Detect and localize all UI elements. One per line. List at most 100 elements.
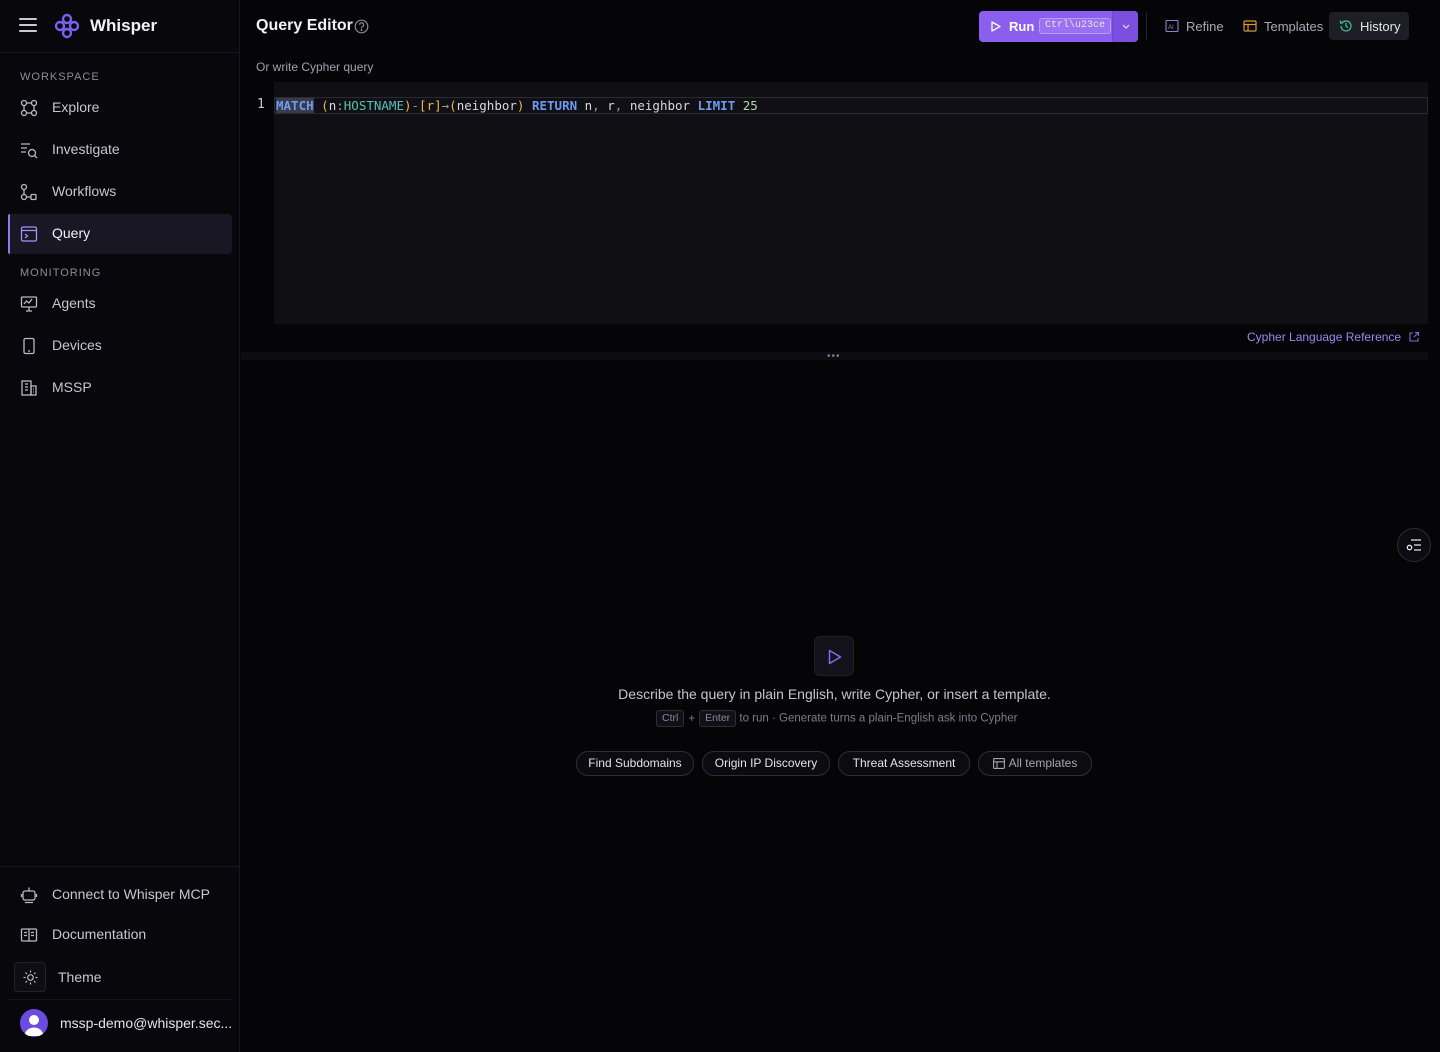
panel-toggle-button[interactable] [1397,528,1431,562]
history-button[interactable]: History [1329,12,1409,40]
code-token: RETURN [531,98,578,113]
code-token: neighbor [629,98,691,113]
sidebar-item-label: Query [52,225,91,241]
code-token: LIMIT [697,98,736,113]
sidebar-item-investigate[interactable]: Investigate [8,130,232,170]
sidebar-item-label: Explore [52,99,100,115]
chevron-down-icon [1122,24,1130,29]
cypher-editor[interactable]: MATCH (n:HOSTNAME)-[r]→(neighbor) RETURN… [274,82,1428,324]
external-link-icon[interactable] [1408,331,1420,343]
sidebar-item-workflows[interactable]: Workflows [8,172,232,212]
empty-state-play-icon [814,636,854,676]
all-templates-chip[interactable]: All templates [978,751,1092,776]
run-button-group: Run Ctrl\u23ce [979,11,1138,42]
code-token: [r] [419,98,442,113]
app-root: Whisper WORKSPACE Explore Investigate Wo… [0,0,1440,1052]
section-label-monitoring: MONITORING [20,267,102,279]
template-chip-find-subdomains[interactable]: Find Subdomains [576,751,694,776]
sidebar: Whisper WORKSPACE Explore Investigate Wo… [0,0,240,1052]
theme-label: Theme [58,969,102,985]
ctrl-key: Ctrl [656,710,685,727]
empty-state-hint: Ctrl + Enter to run · Generate turns a pla… [656,710,1017,728]
whisper-logo-icon [54,13,80,39]
code-token: r [607,98,615,113]
workflow-icon [20,183,37,201]
run-label: Run [1009,19,1035,34]
templates-button[interactable]: Templates [1233,12,1331,40]
code-token: ) [403,98,412,113]
code-token: , [592,98,600,113]
documentation-link[interactable]: Documentation [8,915,232,955]
code-token: ( [449,98,457,113]
code-token: 25 [742,98,758,113]
hint-text: to run · Generate turns a plain-English … [739,712,1018,725]
template-chip-threat-assessment[interactable]: Threat Assessment [838,751,970,776]
all-templates-label: All templates [1008,756,1078,770]
sidebar-item-agents[interactable]: Agents [8,284,232,324]
run-options-dropdown[interactable] [1112,11,1138,42]
template-chip-origin-ip-discovery[interactable]: Origin IP Discovery [702,751,830,776]
agent-monitor-icon [20,296,38,312]
sidebar-item-explore[interactable]: Explore [8,88,232,128]
sidebar-item-label: Workflows [52,183,117,199]
menu-icon[interactable] [19,18,37,32]
toolbar-divider [1146,12,1147,40]
sidebar-item-label: Devices [52,337,102,353]
user-icon [24,1015,44,1036]
user-profile[interactable]: mssp-demo@whisper.sec... [8,999,232,1044]
device-icon [23,337,35,355]
brand-header: Whisper [0,0,240,53]
sidebar-item-label: MSSP [52,379,92,395]
ai-refine-icon: AI [1165,19,1179,33]
templates-icon [992,758,1005,769]
sidebar-item-label: Agents [52,295,96,311]
connect-mcp-label: Connect to Whisper MCP [52,886,210,902]
nodes-icon [20,99,38,117]
refine-label: Refine [1186,19,1224,34]
history-label: History [1360,19,1401,34]
connect-mcp-link[interactable]: Connect to Whisper MCP [8,875,232,915]
line-number: 1 [257,97,265,112]
code-token: - [411,98,420,113]
empty-state-title: Describe the query in plain English, wri… [618,686,1051,702]
page-title: Query Editor [256,17,353,34]
code-token: MATCH [276,98,314,113]
code-token: , [614,98,623,113]
list-settings-icon [1406,539,1421,551]
sun-icon [23,970,38,985]
editor-label: Or write Cypher query [256,60,374,74]
plus-sign: + [688,712,696,725]
refine-button[interactable]: AI Refine [1155,12,1243,40]
sidebar-item-devices[interactable]: Devices [8,326,232,366]
sidebar-item-mssp[interactable]: MSSP [8,368,232,408]
active-code-line: MATCH (n:HOSTNAME)-[r]→(neighbor) RETURN… [274,97,1428,114]
run-shortcut-badge: Ctrl\u23ce [1039,18,1112,34]
play-icon [991,21,1001,32]
code-token: : [336,98,344,113]
code-token: ) [516,98,525,113]
help-icon[interactable] [354,19,369,34]
sidebar-item-query[interactable]: Query [8,214,232,254]
sidebar-item-label: Investigate [52,141,120,157]
svg-text:AI: AI [1168,25,1174,31]
code-token: HOSTNAME [343,98,404,113]
history-icon [1339,20,1352,32]
code-token: neighbor [456,98,517,113]
building-icon [21,380,37,396]
book-icon [20,928,38,942]
enter-key: Enter [699,710,737,727]
avatar [20,1009,48,1037]
templates-label: Templates [1264,19,1324,34]
app-name: Whisper [90,16,158,35]
cypher-reference-link[interactable]: Cypher Language Reference [1247,330,1401,344]
cypher-query: MATCH (n:HOSTNAME)-[r]→(neighbor) RETURN… [276,98,758,113]
query-terminal-icon [20,226,38,242]
drag-handle-icon[interactable]: ••• [827,352,841,362]
theme-toggle-button[interactable] [14,962,46,992]
user-email: mssp-demo@whisper.sec... [60,1015,233,1031]
code-token: ( [321,98,329,113]
main-panel: Query Editor Run Ctrl\u23ce AI Refine Te… [241,0,1440,1052]
section-label-workspace: WORKSPACE [20,71,100,83]
run-button[interactable]: Run Ctrl\u23ce [979,11,1112,42]
search-list-icon [21,143,38,159]
